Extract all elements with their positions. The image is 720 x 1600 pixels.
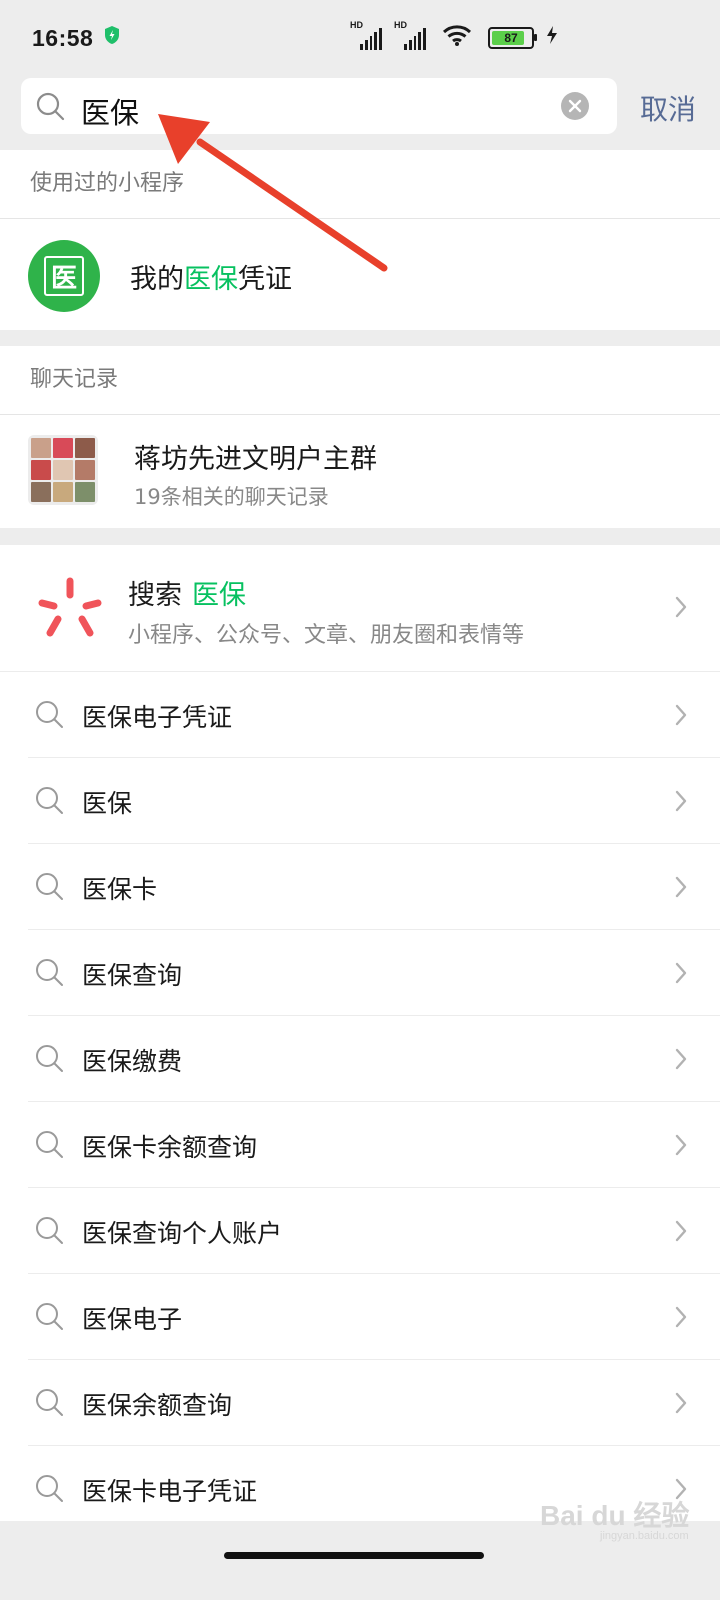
- wechat-search-icon: [36, 575, 104, 647]
- chevron-right-icon: [674, 1305, 688, 1333]
- search-icon: [34, 1301, 64, 1335]
- chevron-right-icon: [674, 961, 688, 989]
- watermark: Bai du 经验 jingyan.baidu.com: [540, 1494, 689, 1542]
- close-icon: [568, 99, 582, 113]
- chat-item[interactable]: 蒋坊先进文明户主群 19条相关的聊天记录: [0, 415, 720, 527]
- suggestion-text: 医保余额查询: [82, 1391, 233, 1420]
- search-web-entry[interactable]: 搜索 医保 小程序、公众号、文章、朋友圈和表情等: [0, 545, 720, 672]
- status-left: 16:58: [32, 25, 121, 52]
- section-header: 使用过的小程序: [0, 150, 720, 219]
- suggestion-item[interactable]: 医保缴费: [28, 1016, 720, 1102]
- miniprogram-avatar: 医: [28, 240, 100, 312]
- cell-signal-2-icon: HD: [394, 20, 426, 50]
- search-input[interactable]: 医保: [21, 78, 617, 134]
- chevron-right-icon: [674, 1391, 688, 1419]
- wifi-icon: [442, 24, 472, 52]
- suggestion-item[interactable]: 医保卡余额查询: [28, 1102, 720, 1188]
- suggestion-text: 医保卡电子凭证: [82, 1477, 258, 1506]
- chevron-right-icon: [674, 1133, 688, 1161]
- battery-icon: 87: [488, 27, 537, 49]
- chevron-right-icon: [674, 789, 688, 817]
- chevron-right-icon: [674, 703, 688, 731]
- chevron-right-icon: [674, 1219, 688, 1247]
- group-avatar: [28, 435, 98, 505]
- home-indicator[interactable]: [224, 1552, 484, 1559]
- suggestion-text: 医保电子: [82, 1305, 183, 1334]
- watermark-text: Bai du 经验: [540, 1500, 690, 1531]
- title-prefix: 我的: [130, 264, 184, 295]
- section-header: 聊天记录: [0, 346, 720, 415]
- suggestion-item[interactable]: 医保电子: [28, 1274, 720, 1360]
- miniprogram-title: 我的医保凭证: [130, 257, 292, 296]
- avatar-char: 医: [44, 256, 84, 296]
- search-icon: [34, 699, 64, 733]
- suggestion-text: 医保查询个人账户: [82, 1219, 283, 1248]
- charging-icon: [546, 25, 558, 51]
- suggestion-text: 医保卡: [82, 875, 158, 904]
- title-suffix: 凭证: [238, 264, 292, 295]
- chat-subtitle: 19条相关的聊天记录: [134, 485, 329, 509]
- search-entry-keyword: 医保: [192, 580, 246, 611]
- watermark-sub: jingyan.baidu.com: [600, 1530, 689, 1542]
- suggestion-item[interactable]: 医保查询: [28, 930, 720, 1016]
- suggestion-text: 医保卡余额查询: [82, 1133, 258, 1162]
- suggestion-item[interactable]: 医保电子凭证: [28, 672, 720, 758]
- search-icon: [35, 91, 65, 125]
- search-icon: [34, 1215, 64, 1249]
- search-entry-subtitle: 小程序、公众号、文章、朋友圈和表情等: [128, 623, 525, 648]
- suggestion-text: 医保缴费: [82, 1047, 183, 1076]
- suggestion-item[interactable]: 医保查询个人账户: [28, 1188, 720, 1274]
- suggestion-item[interactable]: 医保: [28, 758, 720, 844]
- cancel-button[interactable]: 取消: [640, 88, 696, 128]
- search-icon: [34, 871, 64, 905]
- search-icon: [34, 1129, 64, 1163]
- cell-signal-icon: HD: [350, 20, 382, 50]
- search-icon: [34, 1473, 64, 1507]
- suggestion-text: 医保查询: [82, 961, 183, 990]
- search-entry-title: 搜索 医保: [128, 573, 246, 612]
- chevron-right-icon: [674, 595, 688, 623]
- search-bar-row: 医保 取消: [0, 76, 720, 150]
- status-right: HD HD 87: [350, 20, 558, 52]
- chat-title: 蒋坊先进文明户主群: [134, 444, 377, 475]
- status-bar: 16:58 HD HD 87: [0, 0, 720, 76]
- search-icon: [34, 1387, 64, 1421]
- status-time: 16:58: [32, 24, 94, 51]
- recent-miniprograms-section: 使用过的小程序 医 我的医保凭证: [0, 150, 720, 330]
- network-label: HD: [350, 20, 363, 30]
- search-query: 医保: [81, 96, 140, 130]
- suggestion-item[interactable]: 医保余额查询: [28, 1360, 720, 1446]
- title-highlight: 医保: [184, 264, 238, 295]
- search-suggestions-section: 搜索 医保 小程序、公众号、文章、朋友圈和表情等 医保电子凭证 医保 医保卡 医保查询医…: [0, 545, 720, 1521]
- search-icon: [34, 957, 64, 991]
- chevron-right-icon: [674, 875, 688, 903]
- suggestion-text: 医保: [82, 789, 133, 818]
- search-icon: [34, 785, 64, 819]
- chat-history-section: 聊天记录 蒋坊先进文明户主群 19条相关的聊天记录: [0, 346, 720, 528]
- network-label-2: HD: [394, 20, 407, 30]
- suggestion-list: 医保电子凭证 医保医保卡医保查询医保缴费医保卡余额查询 医保查询个人账户 医保电子医保…: [0, 672, 720, 1531]
- search-entry-label: 搜索: [128, 580, 182, 611]
- suggestion-item[interactable]: 医保卡: [28, 844, 720, 930]
- chevron-right-icon: [674, 1047, 688, 1075]
- search-icon: [34, 1043, 64, 1077]
- miniprogram-item[interactable]: 医 我的医保凭证: [0, 219, 720, 331]
- clear-input-button[interactable]: [561, 92, 589, 120]
- battery-level: 87: [504, 31, 518, 45]
- security-shield-icon: [103, 25, 121, 51]
- suggestion-text: 医保电子凭证: [82, 703, 233, 732]
